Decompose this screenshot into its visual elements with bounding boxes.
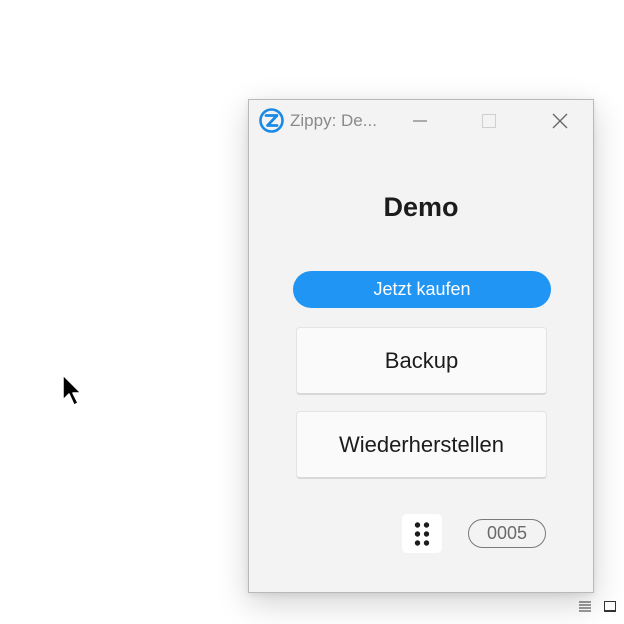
minimize-icon — [413, 120, 427, 122]
list-icon[interactable] — [579, 601, 591, 612]
title-bar[interactable]: Zippy: De... — [249, 100, 593, 142]
mouse-cursor-icon — [62, 374, 82, 406]
menu-button[interactable] — [402, 514, 442, 553]
page-title: Demo — [383, 192, 459, 222]
minimize-button[interactable] — [397, 100, 443, 142]
close-icon — [552, 113, 568, 129]
restore-button[interactable]: Wiederherstellen — [296, 411, 547, 479]
close-button[interactable] — [537, 100, 583, 142]
counter-badge: 0005 — [468, 519, 546, 548]
zippy-logo-icon — [259, 108, 284, 133]
window-icon[interactable] — [604, 601, 616, 612]
buy-now-button[interactable]: Jetzt kaufen — [293, 271, 551, 308]
backup-button[interactable]: Backup — [296, 327, 547, 395]
maximize-button[interactable] — [466, 100, 512, 142]
app-window: Zippy: De... Demo Jetzt kaufen Backup Wi… — [248, 99, 594, 593]
six-dots-icon — [414, 521, 430, 546]
desktop: Zippy: De... Demo Jetzt kaufen Backup Wi… — [0, 0, 624, 624]
window-title: Zippy: De... — [290, 111, 377, 130]
maximize-icon — [481, 113, 497, 129]
